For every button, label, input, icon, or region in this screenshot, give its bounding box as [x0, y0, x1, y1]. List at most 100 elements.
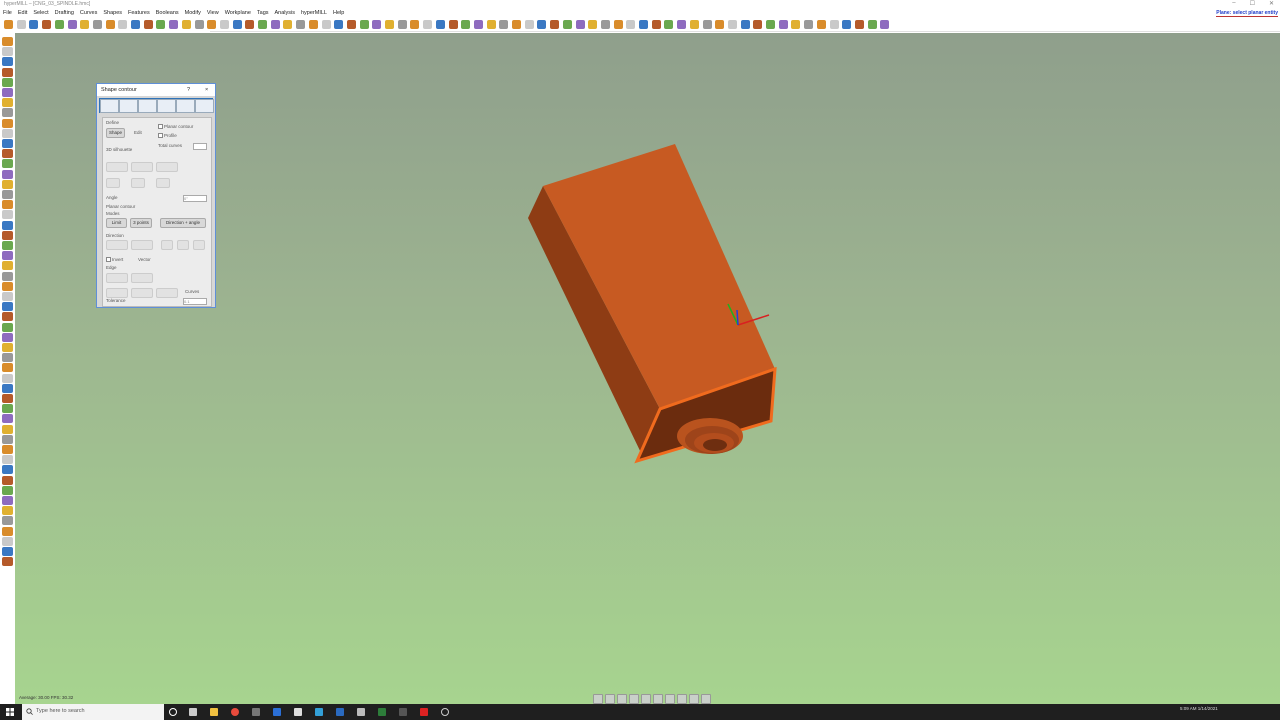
tb1-tool-59[interactable] — [740, 20, 750, 29]
tb1-tool-13[interactable] — [156, 20, 166, 29]
profile-checkbox[interactable] — [158, 133, 163, 138]
tb1-tool-66[interactable] — [829, 20, 839, 29]
tb1-tool-33[interactable] — [410, 20, 420, 29]
tb1-tool-50[interactable] — [626, 20, 636, 29]
excel-icon[interactable] — [378, 708, 386, 716]
app-icon-3[interactable] — [294, 708, 302, 716]
cortana-icon[interactable] — [169, 708, 177, 716]
tb1-tool-6[interactable] — [67, 20, 77, 29]
tb1-tool-41[interactable] — [512, 20, 521, 29]
menu-help[interactable]: Help — [333, 10, 344, 16]
tb1-tool-29[interactable] — [359, 20, 369, 29]
tbl-tool-50[interactable] — [2, 536, 13, 546]
tbl-tool-49[interactable] — [2, 526, 13, 536]
tbl-tool-25[interactable] — [2, 281, 13, 291]
app-icon-4[interactable] — [315, 708, 323, 716]
tb1-tool-55[interactable] — [689, 20, 699, 29]
tb1-tool-20[interactable] — [245, 20, 255, 29]
chrome-icon[interactable] — [231, 708, 239, 716]
spindle-ring-3[interactable] — [703, 439, 727, 451]
tbl-tool-33[interactable] — [2, 363, 13, 373]
tb1-tool-38[interactable] — [473, 20, 483, 29]
tbl-tool-39[interactable] — [2, 424, 13, 434]
tbl-tool-31[interactable] — [2, 343, 13, 352]
tbl-tool-45[interactable] — [2, 485, 13, 495]
tb1-tool-63[interactable] — [791, 20, 801, 29]
help-button[interactable]: ? — [187, 87, 190, 93]
tbl-tool-26[interactable] — [2, 292, 13, 301]
tb1-tool-11[interactable] — [131, 20, 140, 29]
menu-modify[interactable]: Modify — [185, 10, 201, 16]
tbl-tool-9[interactable] — [2, 118, 13, 128]
tbl-tool-1[interactable] — [2, 37, 13, 46]
tbl-tool-30[interactable] — [2, 332, 13, 342]
task-view-icon[interactable] — [189, 708, 197, 716]
tbl-tool-28[interactable] — [2, 312, 13, 322]
tb1-tool-68[interactable] — [854, 20, 864, 29]
menu-hypermill[interactable]: hyperMILL — [301, 10, 327, 16]
tb1-tool-34[interactable] — [423, 20, 433, 29]
menu-select[interactable]: Select — [33, 10, 48, 16]
invert-checkbox[interactable] — [106, 257, 111, 262]
tbl-tool-32[interactable] — [2, 353, 13, 363]
acrobat-icon[interactable] — [420, 708, 428, 716]
direction-angle-button[interactable]: Direction + angle — [160, 218, 206, 228]
tb1-tool-1[interactable] — [4, 20, 13, 29]
taskbar-search[interactable]: Type here to search — [22, 704, 164, 720]
tbl-tool-17[interactable] — [2, 200, 13, 210]
tbl-tool-8[interactable] — [2, 108, 13, 118]
tbl-tool-35[interactable] — [2, 383, 13, 393]
tb1-tool-26[interactable] — [321, 20, 331, 29]
tb1-tool-60[interactable] — [753, 20, 763, 29]
tb1-tool-62[interactable] — [778, 20, 788, 29]
menu-tags[interactable]: Tags — [257, 10, 269, 16]
menu-workplane[interactable]: Workplane — [225, 10, 251, 16]
tb1-tool-48[interactable] — [600, 20, 610, 29]
clock-date[interactable]: 1/14/2021 — [1198, 706, 1218, 711]
tbl-tool-7[interactable] — [2, 98, 13, 108]
tbl-tool-4[interactable] — [2, 67, 13, 77]
tb1-tool-7[interactable] — [80, 20, 90, 29]
tb1-tool-45[interactable] — [562, 20, 572, 29]
tbl-tool-19[interactable] — [2, 220, 13, 230]
tb1-tool-4[interactable] — [42, 20, 52, 29]
menu-view[interactable]: View — [207, 10, 219, 16]
tb1-tool-31[interactable] — [385, 20, 394, 29]
tb1-tool-70[interactable] — [880, 20, 890, 29]
tbl-tool-14[interactable] — [2, 169, 13, 179]
tb1-tool-51[interactable] — [639, 20, 648, 29]
tb1-tool-10[interactable] — [118, 20, 128, 29]
tab-confirm[interactable] — [195, 99, 214, 113]
tb1-tool-67[interactable] — [842, 20, 852, 29]
tb1-tool-47[interactable] — [588, 20, 598, 29]
tab-prev[interactable] — [157, 99, 176, 113]
planar-contour-checkbox[interactable] — [158, 124, 163, 129]
file-explorer-icon[interactable] — [210, 708, 218, 716]
tbl-tool-10[interactable] — [2, 128, 13, 138]
tbl-tool-38[interactable] — [2, 414, 13, 424]
app-icon-1[interactable] — [252, 708, 260, 716]
tb1-tool-53[interactable] — [664, 20, 674, 29]
tb1-tool-58[interactable] — [727, 20, 737, 29]
menu-file[interactable]: File — [3, 10, 12, 16]
tab-cone[interactable] — [119, 99, 138, 113]
tab-sphere[interactable] — [138, 99, 157, 113]
tbl-tool-43[interactable] — [2, 465, 13, 475]
tbl-tool-2[interactable] — [2, 47, 13, 57]
tb1-tool-22[interactable] — [270, 20, 280, 29]
app-icon-6[interactable] — [357, 708, 365, 716]
tbl-tool-46[interactable] — [2, 496, 13, 505]
tbl-tool-11[interactable] — [2, 139, 13, 148]
tb1-tool-14[interactable] — [169, 20, 179, 29]
tb1-tool-61[interactable] — [766, 20, 775, 29]
tb1-tool-56[interactable] — [702, 20, 712, 29]
tbl-tool-44[interactable] — [2, 475, 13, 485]
view-tool-5[interactable] — [641, 694, 651, 704]
angle-field[interactable]: 0° — [183, 195, 207, 202]
tb1-tool-16[interactable] — [194, 20, 204, 29]
tbl-tool-3[interactable] — [2, 57, 13, 67]
edit-label[interactable]: Edit — [134, 130, 142, 135]
tb1-tool-49[interactable] — [613, 20, 623, 29]
clock-time[interactable]: 5:09 AM — [1180, 706, 1197, 711]
tb1-tool-21[interactable] — [258, 20, 267, 29]
